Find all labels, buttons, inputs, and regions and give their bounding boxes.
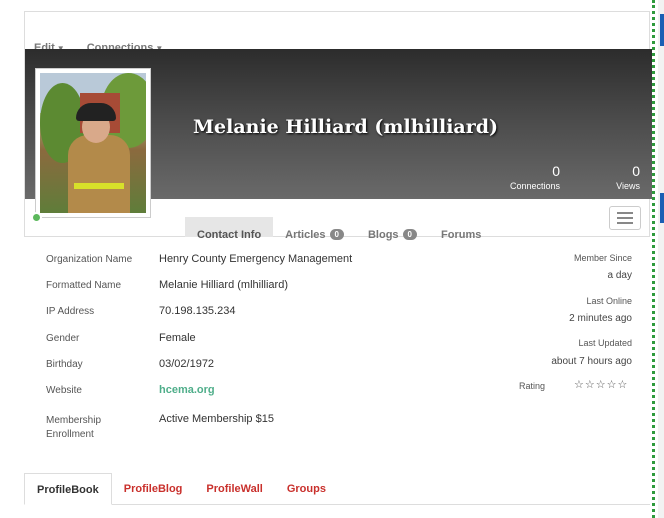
page-border-dotted: [652, 0, 655, 518]
website-link[interactable]: hcema.org: [159, 384, 215, 396]
hamburger-menu-button[interactable]: [609, 206, 641, 230]
online-status-icon: [31, 212, 42, 223]
last-updated-value: about 7 hours ago: [551, 356, 632, 367]
member-since-label: Member Since: [573, 253, 632, 263]
rating-stars-icon[interactable]: ☆☆☆☆☆: [574, 378, 628, 391]
tab-forums[interactable]: Forums: [429, 217, 493, 241]
tab-profileblog[interactable]: ProfileBlog: [112, 473, 195, 505]
views-stat: 0 Views: [600, 163, 640, 191]
tab-label: Forums: [441, 229, 482, 241]
member-since-value: a day: [607, 270, 632, 281]
views-label: Views: [616, 181, 640, 191]
last-updated-label: Last Updated: [578, 338, 632, 348]
detail-label: Membership Enrollment: [46, 415, 102, 440]
detail-value: Henry County Emergency Management: [159, 253, 353, 265]
tab-profilebook[interactable]: ProfileBook: [24, 473, 112, 505]
tab-groups[interactable]: Groups: [275, 473, 338, 505]
rating-label: Rating: [519, 381, 546, 391]
tab-blogs[interactable]: Blogs 0: [356, 217, 429, 241]
last-online-label: Last Online: [586, 296, 632, 306]
last-online-value: 2 minutes ago: [569, 313, 632, 324]
detail-label: Formatted Name: [46, 280, 122, 291]
detail-value: Female: [159, 332, 196, 344]
connections-label: Connections: [509, 181, 560, 191]
connections-count: 0: [552, 163, 560, 179]
avatar[interactable]: [35, 68, 151, 218]
profile-bottom-tabs: ProfileBook ProfileBlog ProfileWall Grou…: [24, 473, 650, 505]
count-badge: 0: [329, 229, 344, 240]
profile-tabs: Contact Info Articles 0 Blogs 0 Forums: [185, 217, 493, 241]
count-badge: 0: [402, 229, 417, 240]
tab-label: Blogs: [367, 229, 399, 241]
views-count: 0: [632, 163, 640, 179]
tab-label: Articles: [285, 229, 326, 241]
detail-value: Active Membership $15: [159, 413, 274, 425]
detail-value: 70.198.135.234: [159, 305, 236, 317]
tab-label: Contact Info: [197, 229, 262, 241]
detail-label: Birthday: [46, 359, 83, 370]
detail-label: Organization Name: [46, 254, 133, 265]
detail-value: Melanie Hilliard (mlhilliard): [159, 279, 288, 291]
profile-name: Melanie Hilliard (mlhilliard): [193, 116, 499, 138]
tab-articles[interactable]: Articles 0: [273, 217, 356, 241]
detail-label: IP Address: [46, 306, 95, 317]
detail-label: Website: [46, 385, 82, 396]
tab-profilewall[interactable]: ProfileWall: [194, 473, 274, 505]
detail-value: 03/02/1972: [159, 358, 215, 370]
hamburger-icon: [617, 212, 633, 214]
right-sidebar-strip: [658, 0, 664, 518]
detail-label: Gender: [46, 333, 80, 344]
tab-contact-info[interactable]: Contact Info: [185, 217, 274, 241]
connections-stat[interactable]: 0 Connections: [505, 163, 560, 191]
avatar-photo: [40, 73, 146, 213]
